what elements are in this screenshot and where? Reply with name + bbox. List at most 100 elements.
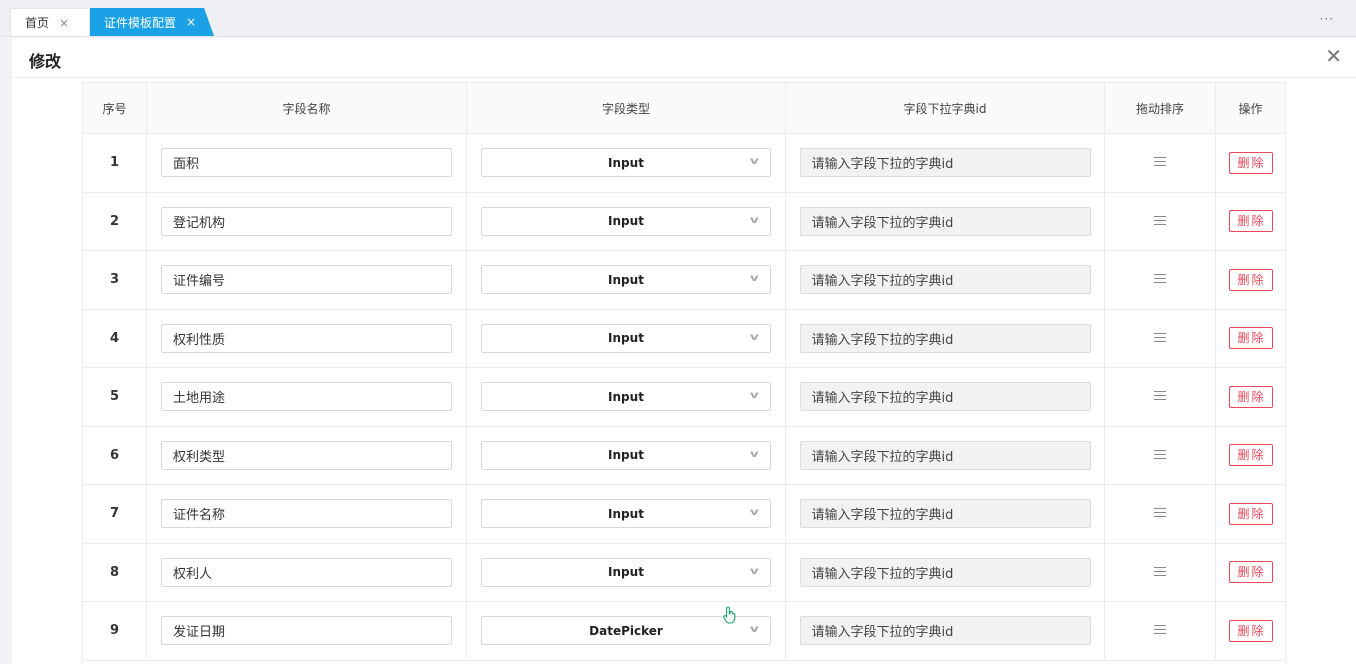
delete-button[interactable]: 删除 [1228,151,1273,174]
field-name-cell: 发证日期 [146,601,467,661]
field-type-cell: Input v [466,425,786,485]
table-row: 9 发证日期 DatePicker v 请输入字段下拉的字典id 删除 [82,601,1286,661]
drag-handle-icon[interactable] [1154,215,1166,225]
field-name-cell: 土地用途 [146,367,467,427]
dict-id-cell: 请输入字段下拉的字典id [785,542,1105,602]
dict-id-input[interactable]: 请输入字段下拉的字典id [799,557,1091,587]
chevron-down-icon: v [750,273,760,285]
more-icon[interactable]: ··· [1320,12,1334,26]
field-type-cell: DatePicker v [466,601,786,661]
field-name-input[interactable]: 权利性质 [161,323,452,353]
row-index-cell: 8 [82,542,147,602]
delete-button[interactable]: 删除 [1228,385,1273,408]
field-type-cell: Input v [466,367,786,427]
table-row: 1 面积 Input v 请输入字段下拉的字典id 删除 [82,133,1286,193]
field-type-cell: Input v [466,250,786,310]
table-row: 4 权利性质 Input v 请输入字段下拉的字典id 删除 [82,308,1286,368]
row-index: 7 [109,506,120,522]
field-type-cell: Input v [466,191,786,251]
field-name-input[interactable]: 面积 [161,148,452,178]
field-type-select[interactable]: Input v [481,265,771,295]
dict-id-input[interactable]: 请输入字段下拉的字典id [799,323,1091,353]
tab-home[interactable]: 首页 × [10,8,90,36]
delete-button[interactable]: 删除 [1228,502,1273,525]
drag-handle-icon[interactable] [1154,274,1166,284]
delete-button[interactable]: 删除 [1228,619,1273,642]
drag-handle-icon[interactable] [1154,566,1166,576]
drag-handle-icon[interactable] [1154,157,1166,167]
drag-handle-icon[interactable] [1154,391,1166,401]
field-type-value: DatePicker [589,623,663,638]
field-name-cell: 权利性质 [146,308,467,368]
chevron-down-icon: v [750,331,760,343]
dict-id-input[interactable]: 请输入字段下拉的字典id [799,616,1091,646]
dict-id-input[interactable]: 请输入字段下拉的字典id [799,440,1091,470]
field-name-input[interactable]: 权利人 [161,557,452,587]
delete-button[interactable]: 删除 [1228,444,1273,467]
row-index-cell: 4 [82,308,147,368]
dict-id-input[interactable]: 请输入字段下拉的字典id [799,499,1091,529]
field-name-input[interactable]: 土地用途 [161,382,452,412]
action-cell: 删除 [1215,425,1286,485]
table-row: 7 证件名称 Input v 请输入字段下拉的字典id 删除 [82,484,1286,544]
row-index: 8 [109,564,120,580]
field-type-select[interactable]: Input v [481,323,771,353]
dict-id-cell: 请输入字段下拉的字典id [785,308,1105,368]
row-index-cell: 7 [82,484,147,544]
field-type-select[interactable]: Input v [481,382,771,412]
chevron-down-icon: v [750,214,760,226]
dict-id-input[interactable]: 请输入字段下拉的字典id [799,265,1091,295]
chevron-down-icon: v [750,448,760,460]
field-type-cell: Input v [466,484,786,544]
delete-button[interactable]: 删除 [1228,268,1273,291]
tab-cert-template-label: 证件模板配置 [104,15,177,30]
tab-bar: 首页 × 证件模板配置 × ··· [0,0,1356,37]
tab-home-close-icon[interactable]: × [59,16,69,30]
row-index-cell: 3 [82,250,147,310]
drag-handle-icon[interactable] [1154,449,1166,459]
close-icon[interactable]: ✕ [1325,46,1342,66]
field-type-select[interactable]: Input v [481,206,771,236]
chevron-down-icon: v [750,507,760,519]
row-index-cell: 1 [82,133,147,193]
drag-handle-icon[interactable] [1154,508,1166,518]
drag-cell [1104,367,1216,427]
drag-cell [1104,601,1216,661]
field-type-select[interactable]: Input v [481,499,771,529]
row-index: 4 [109,330,120,346]
field-type-select[interactable]: Input v [481,440,771,470]
drag-handle-icon[interactable] [1154,332,1166,342]
dict-id-input[interactable]: 请输入字段下拉的字典id [799,382,1091,412]
field-name-input[interactable]: 登记机构 [161,206,452,236]
drag-cell [1104,542,1216,602]
dict-id-input[interactable]: 请输入字段下拉的字典id [799,148,1091,178]
field-type-value: Input [608,155,644,170]
field-name-input[interactable]: 证件编号 [161,265,452,295]
table-row: 8 权利人 Input v 请输入字段下拉的字典id 删除 [82,542,1286,602]
tab-cert-template[interactable]: 证件模板配置 × [90,8,214,36]
field-type-select[interactable]: Input v [481,557,771,587]
row-index: 3 [109,272,120,288]
field-type-cell: Input v [466,133,786,193]
drag-cell [1104,425,1216,485]
field-name-input[interactable]: 证件名称 [161,499,452,529]
tab-home-label: 首页 [25,16,50,30]
field-table: 序号 字段名称 字段类型 字段下拉字典id 拖动排序 操作 1 面积 Input… [82,82,1286,661]
panel-header: 修改 ✕ [12,38,1356,78]
dict-id-input[interactable]: 请输入字段下拉的字典id [799,206,1091,236]
field-type-select[interactable]: Input v [481,148,771,178]
delete-button[interactable]: 删除 [1228,210,1273,233]
field-name-input[interactable]: 权利类型 [161,440,452,470]
field-name-cell: 证件名称 [146,484,467,544]
delete-button[interactable]: 删除 [1228,327,1273,350]
field-name-input[interactable]: 发证日期 [161,616,452,646]
hand-pointer-icon [723,606,736,624]
delete-button[interactable]: 删除 [1228,561,1273,584]
tab-cert-template-close-icon[interactable]: × [186,15,196,29]
header-actions: 操作 [1215,82,1286,134]
field-type-cell: Input v [466,308,786,368]
action-cell: 删除 [1215,542,1286,602]
drag-handle-icon[interactable] [1154,625,1166,635]
drag-cell [1104,484,1216,544]
drag-cell [1104,250,1216,310]
